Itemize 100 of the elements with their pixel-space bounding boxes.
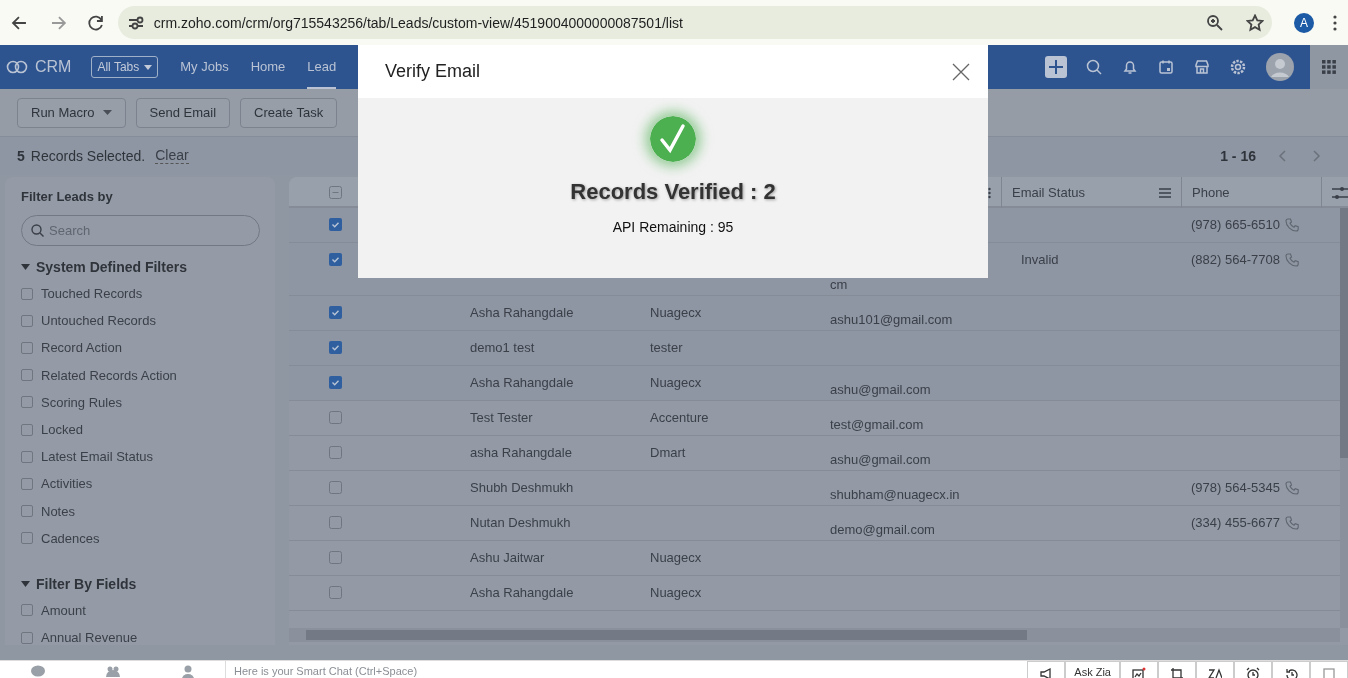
filter-option[interactable]: Activities	[41, 476, 93, 492]
checkbox[interactable]	[21, 532, 33, 545]
filter-option[interactable]: Amount	[41, 602, 86, 618]
toolbar-button[interactable]: Create Task	[240, 97, 338, 128]
dropdown-button[interactable]: Run Macro	[17, 97, 126, 128]
filter-option[interactable]: Scoring Rules	[41, 394, 122, 410]
column-header[interactable]: Email Status	[1012, 185, 1085, 200]
caret-icon	[144, 64, 153, 70]
row-checkbox[interactable]	[329, 516, 342, 529]
column-menu-icon[interactable]	[1159, 187, 1171, 198]
apps-grid-icon[interactable]	[1322, 60, 1336, 74]
row-checkbox[interactable]	[329, 481, 342, 494]
table-cell: (882) 564-7708	[1191, 252, 1280, 267]
profile-avatar[interactable]: A	[1294, 12, 1315, 33]
checkbox[interactable]	[21, 341, 33, 354]
row-checkbox[interactable]	[329, 218, 342, 231]
ask-zia-button[interactable]: Ask Zia	[1065, 661, 1120, 678]
panel-title: Filter Leads by	[21, 189, 114, 204]
row-checkbox[interactable]	[329, 446, 342, 459]
checkbox[interactable]	[21, 477, 33, 490]
row-checkbox[interactable]	[329, 306, 342, 319]
table-cell: (978) 665-6510	[1191, 217, 1280, 232]
collapse-caret-icon	[21, 264, 30, 270]
search-icon[interactable]	[1086, 59, 1102, 75]
filter-option[interactable]: Record Action	[41, 340, 122, 356]
table-cell: (978) 564-5345	[1191, 480, 1280, 495]
filter-option[interactable]: Touched Records	[41, 286, 143, 302]
alarm-clock-icon[interactable]	[1246, 667, 1260, 678]
api-remaining-text: API Remaining : 95	[612, 219, 734, 235]
bell-icon[interactable]	[1122, 59, 1138, 75]
settings-icon[interactable]	[1230, 59, 1246, 75]
cloud-logo-icon	[5, 60, 29, 74]
phone-icon[interactable]	[1284, 481, 1299, 495]
toolbar-button[interactable]: Send Email	[135, 97, 231, 128]
row-checkbox[interactable]	[329, 586, 342, 599]
row-checkbox[interactable]	[329, 411, 342, 424]
column-menu-icon[interactable]	[988, 186, 991, 199]
modal-title: Verify Email	[385, 61, 481, 82]
group-icon[interactable]	[105, 665, 120, 678]
filter-option[interactable]: Untouched Records	[41, 313, 156, 329]
table-cell: demo1 test	[470, 340, 535, 355]
table-cell: Ashu Jaitwar	[470, 550, 545, 565]
filter-option[interactable]: Related Records Action	[41, 367, 177, 383]
checkbox[interactable]	[21, 396, 33, 409]
table-cell: (334) 455-6677	[1191, 515, 1280, 530]
url-bar[interactable]: crm.zoho.com/crm/org715543256/tab/Leads/custom-view/4519004000000087501/list	[117, 6, 1273, 39]
horizontal-scrollbar[interactable]	[289, 628, 1340, 642]
clear-link[interactable]: Clear	[155, 148, 189, 164]
vertical-scrollbar[interactable]	[1340, 208, 1348, 628]
chat-bubble-icon[interactable]	[30, 665, 45, 678]
chart-icon[interactable]	[1132, 667, 1146, 678]
history-icon[interactable]	[1284, 667, 1298, 678]
nav-tab[interactable]: Home	[250, 45, 286, 89]
column-settings-icon[interactable]	[1332, 186, 1348, 199]
all-tabs-button[interactable]: All Tabs	[91, 56, 159, 78]
store-icon[interactable]	[1194, 59, 1210, 75]
previous-page-icon[interactable]	[1278, 150, 1286, 162]
zoom-icon[interactable]	[1206, 13, 1225, 32]
filter-option[interactable]: Annual Revenue	[41, 630, 138, 645]
table-cell: shubham@nuagecx.in	[830, 487, 960, 502]
checkbox[interactable]	[21, 604, 33, 617]
smart-chat-field[interactable]: Here is your Smart Chat (Ctrl+Space)	[225, 661, 426, 678]
table-cell: Accenture	[650, 410, 709, 425]
zia-icon[interactable]	[1208, 667, 1222, 678]
filter-group-header[interactable]: Filter By Fields	[21, 574, 260, 593]
filter-group-header[interactable]: System Defined Filters	[21, 258, 260, 276]
row-checkbox[interactable]	[329, 551, 342, 564]
column-header[interactable]: Phone	[1192, 185, 1230, 200]
select-all-checkbox[interactable]	[329, 186, 342, 199]
checkbox[interactable]	[21, 505, 33, 518]
row-checkbox[interactable]	[329, 341, 342, 354]
row-checkbox[interactable]	[329, 376, 342, 389]
filter-option[interactable]: Notes	[41, 503, 75, 519]
selection-text: Records Selected.	[30, 148, 146, 164]
filter-option[interactable]: Latest Email Status	[41, 449, 153, 465]
phone-icon[interactable]	[1284, 516, 1299, 530]
checkbox[interactable]	[21, 369, 33, 382]
checkbox[interactable]	[21, 450, 33, 463]
checkbox[interactable]	[21, 287, 33, 300]
next-page-icon[interactable]	[1313, 150, 1321, 162]
calendar-icon[interactable]	[1158, 59, 1174, 75]
filter-option[interactable]: Locked	[41, 422, 83, 438]
more-menu-icon[interactable]	[1332, 13, 1338, 32]
checkbox[interactable]	[21, 631, 33, 644]
phone-icon[interactable]	[1284, 253, 1299, 267]
close-icon[interactable]	[952, 62, 970, 81]
phone-icon[interactable]	[1284, 218, 1299, 232]
megaphone-icon[interactable]	[1039, 667, 1054, 678]
table-cell: Shubh Deshmukh	[470, 480, 574, 495]
add-icon[interactable]	[1045, 56, 1067, 78]
person-icon[interactable]	[180, 665, 195, 678]
filter-option[interactable]: Cadences	[41, 530, 100, 546]
user-avatar-icon[interactable]	[1266, 53, 1294, 81]
checkbox[interactable]	[21, 314, 33, 327]
checkbox[interactable]	[21, 423, 33, 436]
bookmark-star-icon[interactable]	[1246, 13, 1265, 32]
page-range: 1 - 16	[1220, 148, 1256, 164]
row-checkbox[interactable]	[329, 253, 342, 266]
nav-tab[interactable]: My Jobs	[180, 45, 229, 89]
crop-icon[interactable]	[1170, 667, 1184, 678]
